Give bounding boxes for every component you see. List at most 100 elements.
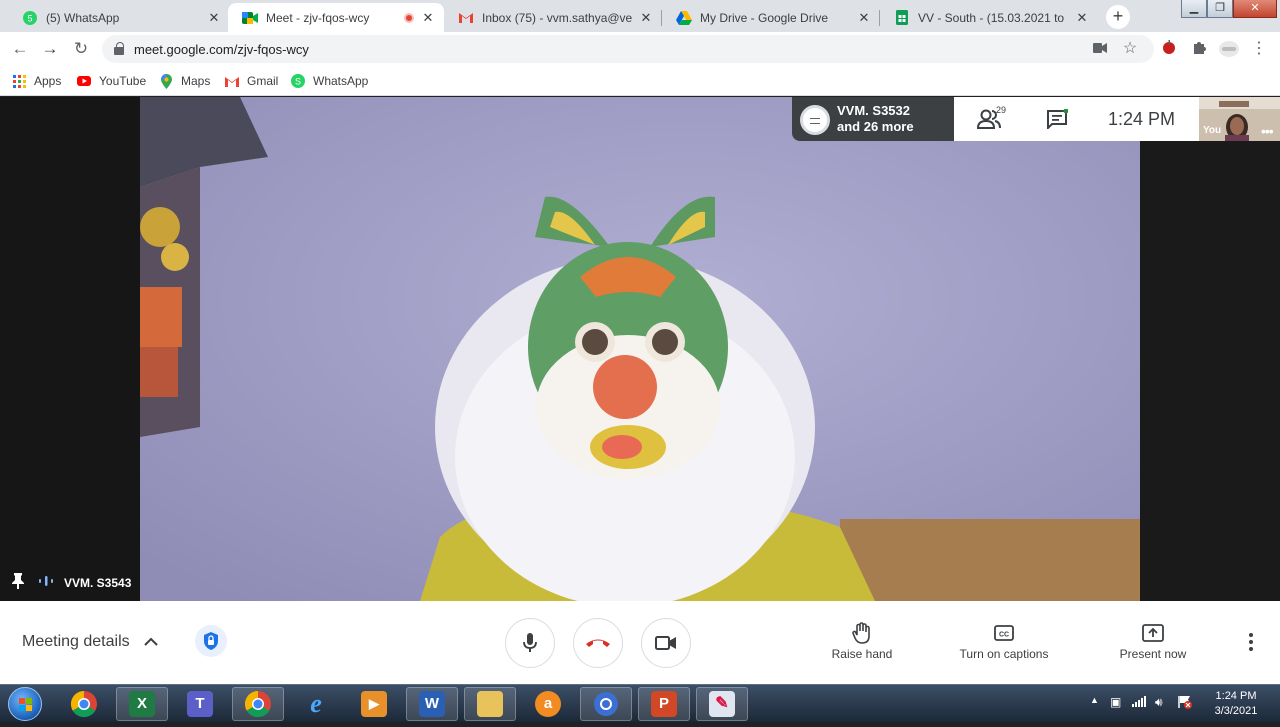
tab-gmail[interactable]: Inbox (75) - vvm.sathya@velam ✕: [444, 3, 662, 32]
camera-in-use-icon[interactable]: [1092, 41, 1108, 57]
windows-taskbar: X T e ▶ W a P ✎ ▲ ▣ 🔊︎ 1:24 PM 3/3/2021: [0, 684, 1280, 722]
bookmark-gmail[interactable]: Gmail: [225, 72, 278, 90]
taskbar-internet-explorer[interactable]: e: [290, 687, 342, 721]
svg-text:CC: CC: [999, 632, 1009, 639]
self-label: You: [1203, 125, 1222, 136]
chevron-up-icon[interactable]: [143, 634, 159, 650]
presenter-info-card[interactable]: VVM. S3532 and 26 more: [792, 97, 954, 141]
tray-device-icon[interactable]: ▣: [1110, 695, 1121, 709]
teams-icon: T: [187, 691, 213, 717]
bookmark-label: Apps: [34, 74, 62, 88]
more-options-icon[interactable]: [1241, 630, 1261, 654]
restore-window-button[interactable]: ❐: [1207, 0, 1233, 18]
tab-close-icon[interactable]: ✕: [206, 10, 222, 26]
taskbar-teams[interactable]: T: [174, 687, 226, 721]
new-tab-button[interactable]: +: [1106, 5, 1130, 29]
taskbar-paint[interactable]: ✎: [696, 687, 748, 721]
bookmarks-bar: Apps YouTube Maps Gmail S WhatsApp: [0, 66, 1280, 96]
pin-icon[interactable]: [12, 573, 24, 592]
windows-logo-icon: [19, 698, 32, 711]
microphone-button[interactable]: [505, 618, 555, 668]
tab-google-sheets[interactable]: VV - South - (15.03.2021 to 20.0 ✕: [880, 3, 1098, 32]
taskbar-media-player[interactable]: ▶: [348, 687, 400, 721]
word-icon: W: [419, 691, 445, 717]
tab-meet[interactable]: Meet - zjv-fqos-wcy ✕: [228, 3, 444, 32]
participant-count: 29: [996, 105, 1007, 115]
url-text: meet.google.com/zjv-fqos-wcy: [134, 42, 309, 57]
google-meet-icon: [242, 10, 258, 26]
taskbar-chrome[interactable]: [58, 687, 110, 721]
meet-control-bar: Meeting details Raise hand CC Turn on ca…: [0, 601, 1280, 684]
gmail-icon: [458, 10, 474, 26]
taskbar-word[interactable]: W: [406, 687, 458, 721]
present-now-button[interactable]: Present now: [1112, 621, 1194, 661]
system-date: 3/3/2021: [1214, 705, 1258, 717]
system-clock[interactable]: 1:24 PM 3/3/2021: [1206, 689, 1266, 719]
taskbar-file-explorer[interactable]: [464, 687, 516, 721]
back-arrow-icon[interactable]: ←: [9, 38, 31, 60]
google-drive-icon: [676, 10, 692, 26]
taskbar-avast[interactable]: a: [522, 687, 574, 721]
close-window-button[interactable]: ✕: [1233, 0, 1277, 18]
tab-title: Inbox (75) - vvm.sathya@velam: [482, 10, 632, 25]
tab-close-icon[interactable]: ✕: [638, 10, 654, 26]
profile-avatar[interactable]: [1219, 40, 1239, 58]
captions-label: Turn on captions: [959, 647, 1049, 661]
captions-button[interactable]: CC Turn on captions: [950, 621, 1058, 661]
self-view-tile[interactable]: You •••: [1199, 97, 1280, 141]
extension-red-apple-icon[interactable]: [1160, 40, 1178, 58]
system-time: 1:24 PM: [1215, 690, 1257, 702]
bookmark-maps[interactable]: Maps: [159, 72, 210, 90]
minimize-window-button[interactable]: ▁: [1181, 0, 1207, 18]
start-button[interactable]: [8, 687, 42, 721]
lock-icon: [114, 42, 124, 55]
bookmark-whatsapp[interactable]: S WhatsApp: [291, 72, 368, 90]
meeting-details-button[interactable]: Meeting details: [22, 633, 130, 651]
excel-icon: X: [129, 691, 155, 717]
address-bar[interactable]: meet.google.com/zjv-fqos-wcy ☆: [102, 35, 1154, 63]
leave-call-button[interactable]: [573, 618, 623, 668]
network-signal-icon[interactable]: [1132, 695, 1146, 710]
chrome-icon: [244, 690, 271, 718]
security-shield-icon[interactable]: [195, 625, 227, 657]
presenter-avatar: [800, 105, 830, 135]
taskbar-powerpoint[interactable]: P: [638, 687, 690, 721]
chat-icon[interactable]: [1046, 108, 1069, 131]
microphone-icon: [523, 633, 537, 652]
video-frame-image: [140, 97, 1140, 601]
bookmark-youtube[interactable]: YouTube: [77, 72, 146, 90]
action-center-flag-icon[interactable]: [1178, 695, 1192, 712]
taskbar-chrome-window[interactable]: [232, 687, 284, 721]
reload-icon[interactable]: ↻: [70, 38, 92, 60]
participant-video[interactable]: [140, 97, 1140, 601]
tab-google-drive[interactable]: My Drive - Google Drive ✕: [662, 3, 880, 32]
end-call-icon: [586, 639, 610, 647]
self-view-more-icon[interactable]: •••: [1261, 123, 1274, 139]
bookmark-label: Gmail: [247, 74, 279, 88]
chrome-icon: [70, 690, 97, 718]
camera-button[interactable]: [641, 618, 691, 668]
bookmark-label: YouTube: [99, 74, 147, 88]
show-hidden-icons-icon[interactable]: ▲: [1090, 695, 1099, 705]
raise-hand-button[interactable]: Raise hand: [825, 621, 899, 661]
raise-hand-label: Raise hand: [831, 647, 893, 661]
bookmark-apps[interactable]: Apps: [12, 72, 61, 90]
chrome-icon: [594, 692, 618, 716]
whatsapp-icon: S: [291, 74, 305, 88]
tab-close-icon[interactable]: ✕: [1074, 10, 1090, 26]
tab-close-icon[interactable]: ✕: [420, 10, 436, 26]
media-player-icon: ▶: [361, 691, 387, 717]
tab-close-icon[interactable]: ✕: [856, 10, 872, 26]
volume-icon[interactable]: 🔊︎: [1155, 695, 1163, 710]
gmail-icon: [225, 74, 239, 88]
youtube-icon: [77, 74, 91, 88]
browser-toolbar: ← → ↻ meet.google.com/zjv-fqos-wcy ☆ ⋮: [0, 32, 1280, 66]
taskbar-chrome-2[interactable]: [580, 687, 632, 721]
bookmark-star-icon[interactable]: ☆: [1122, 41, 1138, 57]
tab-whatsapp[interactable]: 5 (5) WhatsApp ✕: [8, 3, 230, 32]
extensions-puzzle-icon[interactable]: [1190, 40, 1208, 58]
forward-arrow-icon[interactable]: →: [39, 38, 61, 60]
taskbar-excel[interactable]: X: [116, 687, 168, 721]
meeting-clock: 1:24 PM: [1108, 109, 1176, 129]
browser-menu-icon[interactable]: ⋮: [1250, 40, 1268, 58]
